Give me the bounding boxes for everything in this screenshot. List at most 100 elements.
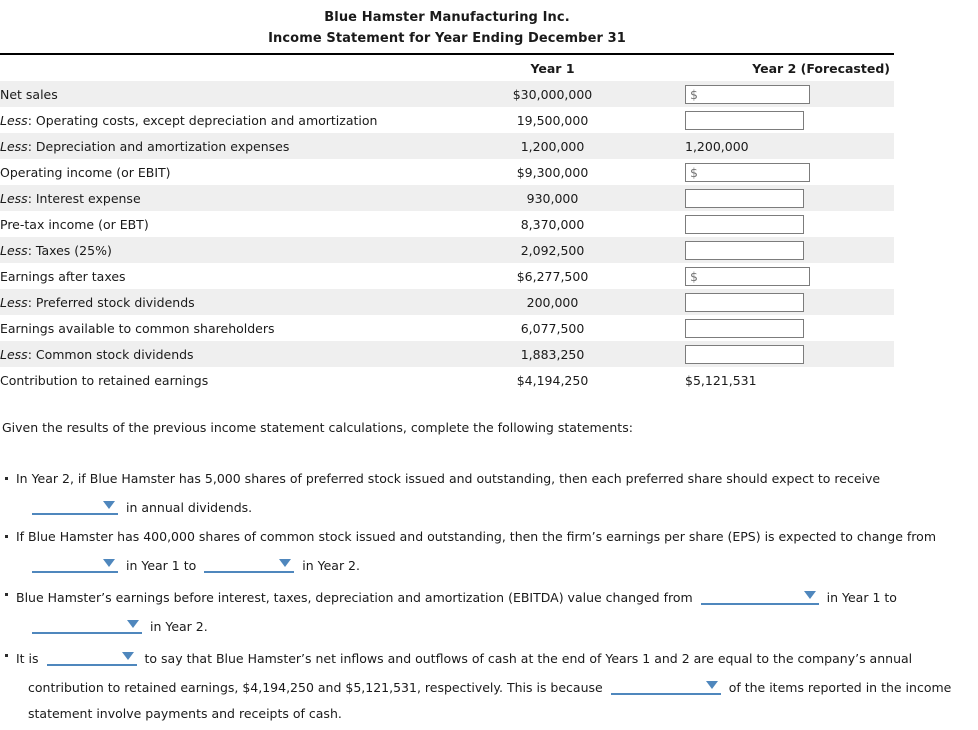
bullet-1-text-part2: in annual dividends.: [125, 500, 253, 515]
bullet-dot-icon: [5, 535, 8, 538]
year2-input-field[interactable]: [685, 214, 804, 234]
table-header: Year 1 Year 2 (Forecasted): [0, 53, 894, 81]
row-year1-value: $6,277,500: [516, 268, 589, 284]
row-label-text: : Depreciation and amortization expenses: [27, 138, 290, 154]
chevron-down-icon: [121, 652, 134, 660]
bullet-2-text-part2: in Year 1 to: [125, 558, 197, 573]
row-year2-value: 1,200,000: [685, 138, 749, 154]
bullet-4-text-part2: to say that Blue Hamster’s net inflows a…: [144, 651, 913, 666]
row-year2-cell: [685, 341, 894, 367]
questions-list: In Year 2, if Blue Hamster has 5,000 sha…: [0, 466, 960, 730]
bullet-dot-icon: [5, 477, 8, 480]
dropdown-ebitda-year1[interactable]: [700, 585, 819, 605]
chevron-down-icon: [803, 591, 816, 599]
dropdown-eps-year1[interactable]: [32, 553, 118, 573]
row-year2-cell: $5,121,531: [685, 367, 894, 393]
row-year1-value: $4,194,250: [516, 372, 589, 388]
bullet-dot-icon: [5, 654, 8, 657]
company-title: Blue Hamster Manufacturing Inc.: [324, 10, 570, 25]
table-row: Earnings available to common shareholder…: [0, 315, 894, 341]
row-year1-value: 930,000: [420, 185, 685, 211]
row-label-prefix: Less: [0, 190, 28, 206]
dropdown-ebitda-year2[interactable]: [32, 614, 142, 634]
row-label-text: : Taxes (25%): [27, 242, 112, 258]
row-year2-cell: [685, 315, 894, 341]
question-bullet-4: It is to say that Blue Hamster’s net inf…: [0, 643, 960, 727]
chevron-down-icon: [127, 620, 139, 628]
year2-input-field[interactable]: [685, 110, 804, 130]
row-label-text: : Operating costs, except depreciation a…: [27, 112, 378, 128]
row-year1-value: $9,300,000: [516, 164, 589, 180]
row-year2-cell: [685, 237, 894, 263]
year2-input-field[interactable]: [685, 318, 804, 338]
year2-input-field[interactable]: [685, 266, 810, 286]
row-year1-value: 2,092,500: [420, 237, 685, 263]
year2-input-field[interactable]: [685, 162, 810, 182]
bullet-3-text-part2: in Year 1 to: [826, 590, 897, 605]
column-header-year1: Year 1: [420, 53, 685, 81]
bullet-2-text-part1: If Blue Hamster has 400,000 shares of co…: [16, 529, 936, 544]
row-year2-cell: [685, 185, 894, 211]
row-year2-value: $5,121,531: [685, 372, 757, 388]
row-label: Less: Preferred stock dividends: [0, 289, 420, 315]
chevron-down-icon: [705, 681, 718, 689]
statement-header: Blue Hamster Manufacturing Inc. Income S…: [0, 0, 894, 47]
table-row: Operating income (or EBIT) $9,300,000: [0, 159, 894, 185]
table-row: Contribution to retained earnings $4,194,…: [0, 367, 894, 393]
row-label: Less: Operating costs, except depreciati…: [0, 107, 420, 133]
table-row: Less: Common stock dividends 1,883,250: [0, 341, 894, 367]
bullet-4-text-part4: of the items reported in the income: [728, 680, 952, 695]
row-year2-cell: [685, 211, 894, 237]
row-label: Contribution to retained earnings: [0, 367, 420, 393]
dropdown-cash-items-qualifier[interactable]: [610, 675, 721, 695]
chevron-down-icon: [103, 559, 115, 567]
row-label: Pre-tax income (or EBT): [0, 211, 420, 237]
income-statement-table: Year 1 Year 2 (Forecasted) Net sales $30,…: [0, 53, 894, 393]
row-label: Less: Taxes (25%): [0, 237, 420, 263]
question-bullet-1: In Year 2, if Blue Hamster has 5,000 sha…: [0, 466, 960, 521]
year2-input-field[interactable]: [685, 84, 810, 104]
bullet-4-text-part1: It is: [16, 651, 39, 666]
row-year1-value: 200,000: [420, 289, 685, 315]
row-label: Earnings after taxes: [0, 263, 420, 289]
row-year1-value: 6,077,500: [520, 320, 585, 336]
table-row: Earnings after taxes $6,277,500: [0, 263, 894, 289]
dropdown-correct-or-incorrect[interactable]: [46, 646, 137, 666]
table-row: Net sales $30,000,000: [0, 81, 894, 107]
table-row: Less: Taxes (25%) 2,092,500: [0, 237, 894, 263]
bullet-3-text-part1: Blue Hamster’s earnings before interest,…: [16, 590, 693, 605]
row-label: Operating income (or EBIT): [0, 159, 420, 185]
dropdown-preferred-dividend-per-share[interactable]: [32, 495, 118, 515]
column-header-label: [0, 53, 420, 81]
chevron-down-icon: [103, 501, 115, 509]
bullet-4-text-part5: statement involve payments and receipts …: [28, 706, 342, 721]
row-year1-value: 1,200,000: [420, 133, 685, 159]
bullet-dot-icon: [5, 593, 8, 596]
statement-subtitle: Income Statement for Year Ending Decembe…: [268, 31, 626, 46]
bullet-1-text-part1: In Year 2, if Blue Hamster has 5,000 sha…: [16, 471, 881, 486]
row-year2-cell: [685, 107, 894, 133]
year2-input-field[interactable]: [685, 344, 804, 364]
row-label-text: Contribution to retained earnings: [0, 372, 209, 388]
year2-input-field[interactable]: [685, 240, 804, 260]
year2-input-field[interactable]: [685, 188, 804, 208]
row-label: Earnings available to common shareholder…: [0, 315, 420, 341]
row-label-text: Earnings after taxes: [0, 268, 126, 284]
column-header-year2: Year 2 (Forecasted): [685, 53, 894, 81]
row-label-text: : Interest expense: [27, 190, 141, 206]
row-year1-value: $30,000,000: [420, 81, 685, 107]
row-year2-cell: [685, 289, 894, 315]
row-year2-cell: 1,200,000: [685, 133, 894, 159]
question-bullet-3: Blue Hamster’s earnings before interest,…: [0, 582, 960, 640]
row-label: Net sales: [0, 81, 420, 107]
row-label-prefix: Less: [0, 138, 28, 154]
dropdown-eps-year2[interactable]: [204, 553, 295, 573]
instructions-text: Given the results of the previous income…: [2, 420, 633, 435]
row-year2-cell: [685, 159, 894, 185]
row-year1-value: 1,883,250: [420, 341, 685, 367]
row-year1-value: 19,500,000: [516, 112, 589, 128]
table-row: Less: Preferred stock dividends 200,000: [0, 289, 894, 315]
table-row: Less: Operating costs, except depreciati…: [0, 107, 894, 133]
year2-input-field[interactable]: [685, 292, 804, 312]
table-header-row: Year 1 Year 2 (Forecasted): [0, 53, 894, 81]
